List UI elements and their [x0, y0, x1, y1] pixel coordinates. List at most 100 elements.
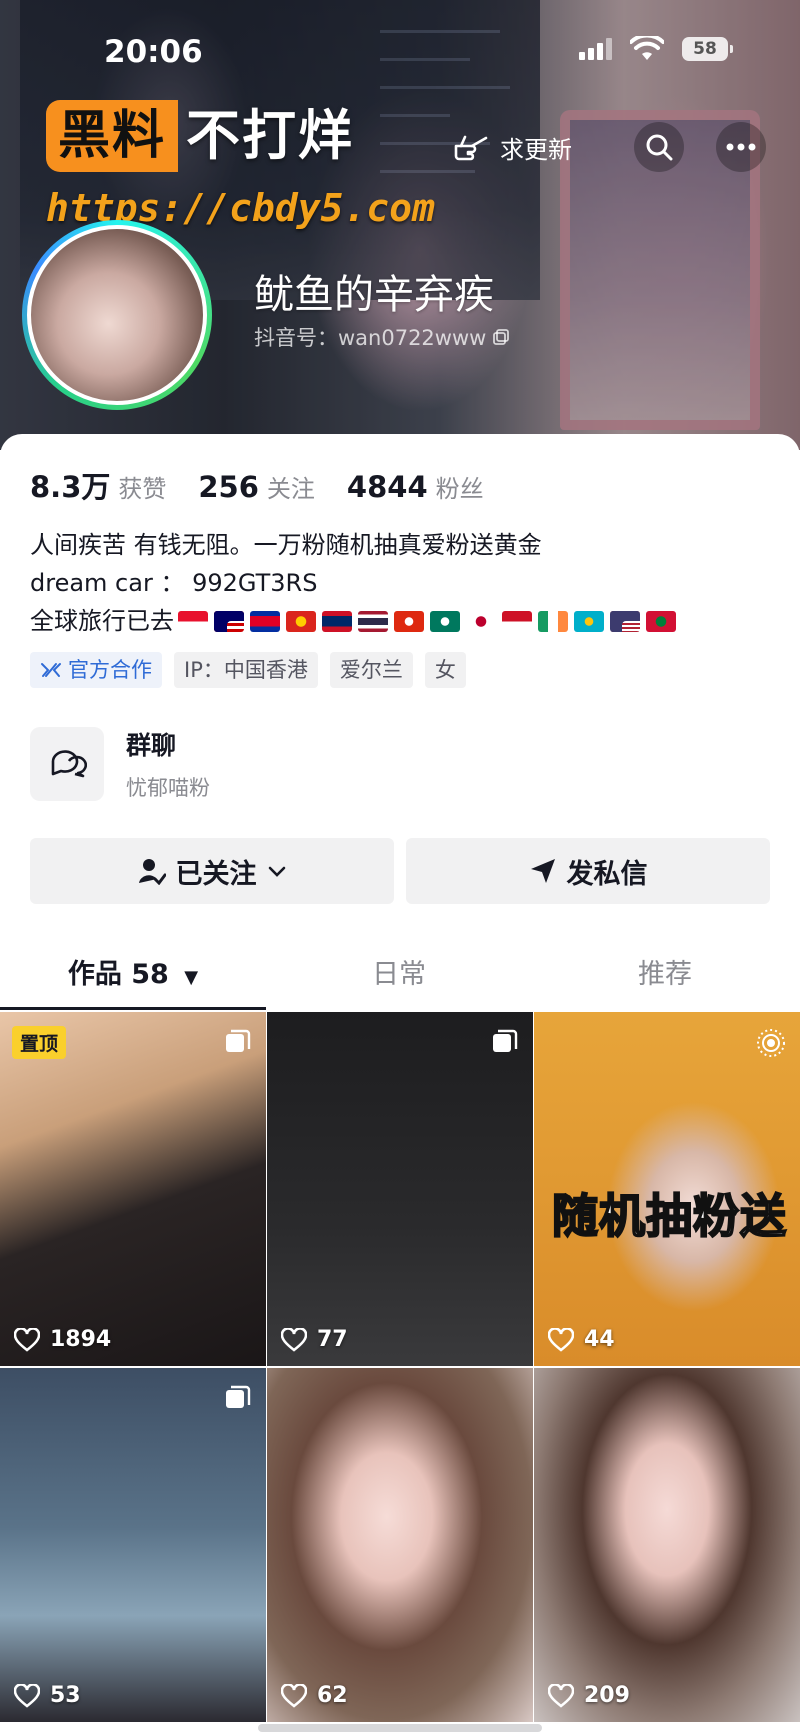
like-count-value: 44 [584, 1327, 615, 1352]
paper-plane-icon [530, 859, 555, 883]
like-count-value: 53 [50, 1683, 81, 1708]
heart-icon [548, 1327, 574, 1352]
heart-icon [281, 1683, 307, 1708]
send-message-button[interactable]: 发私信 [406, 838, 770, 904]
video-overlay-text: 随机抽粉送 [551, 1188, 787, 1244]
gender-tag: 女 [424, 652, 466, 688]
bio-line-3: 全球旅行已去 [30, 607, 174, 635]
stat-likes[interactable]: 8.3万 获赞 [30, 464, 166, 506]
request-update-label: 求更新 [500, 136, 572, 164]
douyin-id[interactable]: 抖音号：wan0722www [254, 322, 510, 352]
avatar [27, 225, 207, 405]
pointing-hand-icon [454, 135, 488, 160]
wifi-icon [630, 36, 664, 60]
like-count-value: 209 [584, 1683, 630, 1708]
laos-flag [322, 610, 352, 632]
caret-down-icon: ▼ [184, 967, 199, 988]
video-tile[interactable]: 53 [0, 1368, 266, 1722]
travel-flags [178, 610, 676, 632]
live-photo-icon [757, 1029, 785, 1057]
battery-indicator: 58 [682, 37, 733, 61]
singapore-flag [178, 610, 208, 632]
stat-likes-num: 8.3万 [30, 470, 111, 504]
macau-flag [430, 610, 460, 632]
video-tile[interactable]: 随机抽粉送 44 [534, 1012, 800, 1366]
like-count: 44 [548, 1327, 615, 1352]
hongkong-flag [394, 610, 424, 632]
stat-followers-label: 粉丝 [435, 475, 484, 503]
profile-tags: 官方合作 IP：中国香港 爱尔兰 女 [30, 652, 466, 688]
group-chat-title: 群聊 [126, 731, 177, 760]
status-icons: 58 [579, 36, 733, 62]
pinned-badge: 置顶 [12, 1026, 67, 1059]
bio-line-1: 人间疾苦 有钱无阻。一万粉随机抽真爱粉送黄金 [30, 531, 542, 559]
tab-works-label: 作品 58 [67, 959, 169, 990]
like-count-value: 62 [317, 1683, 348, 1708]
profile-tabs: 作品 58 ▼ 日常 推荐 [0, 940, 800, 1010]
chevron-down-icon [268, 866, 285, 877]
location-tag: 爱尔兰 [329, 652, 413, 688]
stat-following[interactable]: 256 关注 [198, 469, 315, 504]
send-message-label: 发私信 [566, 858, 648, 890]
tab-recommend[interactable]: 推荐 [532, 940, 798, 1010]
following-button[interactable]: 已关注 [30, 838, 394, 904]
like-count: 77 [281, 1327, 348, 1352]
indonesia-flag [502, 610, 532, 632]
like-count-value: 77 [317, 1327, 348, 1352]
ip-tag: IP：中国香港 [174, 652, 318, 688]
video-tile[interactable]: 77 [267, 1012, 533, 1366]
vietnam-flag [286, 610, 316, 632]
group-chat-entry[interactable]: 群聊 忧郁喵粉 [30, 726, 210, 802]
avatar-live-ring[interactable] [22, 220, 212, 410]
more-button[interactable] [716, 122, 766, 172]
video-tile[interactable]: 62 [267, 1368, 533, 1722]
group-chat-subtitle: 忧郁喵粉 [126, 776, 210, 800]
like-count-value: 1894 [50, 1327, 112, 1352]
watermark-logo: 黑料 不打烊 [46, 100, 354, 172]
following-label: 已关注 [175, 858, 257, 890]
search-button[interactable] [634, 122, 684, 172]
user-check-icon [138, 859, 166, 885]
signal-icon [579, 38, 612, 60]
heart-icon [281, 1327, 307, 1352]
malaysia-flag [214, 610, 244, 632]
video-tile[interactable]: 209 [534, 1368, 800, 1722]
status-time: 20:06 [104, 34, 203, 70]
multi-image-icon [493, 1029, 518, 1052]
group-chat-icon-box [30, 727, 104, 801]
watermark-box-text: 黑料 [46, 100, 179, 172]
video-tile[interactable]: 置顶 1894 [0, 1012, 266, 1366]
video-grid: 置顶 1894 77 随机抽粉送 44 53 62 209 [0, 1012, 800, 1722]
watermark-text: 不打烊 [186, 104, 355, 167]
official-partner-tag[interactable]: 官方合作 [30, 652, 162, 688]
stat-following-num: 256 [198, 470, 259, 504]
bio-line-2: dream car ： 992GT3RS [30, 569, 318, 597]
tab-works[interactable]: 作品 58 ▼ [0, 940, 266, 1010]
like-count: 62 [281, 1683, 348, 1708]
official-partner-label: 官方合作 [68, 658, 152, 682]
stat-followers[interactable]: 4844 粉丝 [347, 469, 484, 504]
heart-icon [14, 1683, 40, 1708]
usa-flag [610, 610, 640, 632]
request-update-button[interactable]: 求更新 [452, 130, 572, 165]
heart-icon [548, 1683, 574, 1708]
partner-icon [41, 663, 61, 677]
cambodia-flag [250, 610, 280, 632]
profile-name: 鱿鱼的辛弃疾 [254, 272, 494, 318]
multi-image-icon [226, 1385, 251, 1408]
heart-icon [14, 1327, 40, 1352]
search-icon [646, 134, 673, 161]
thailand-flag [358, 610, 388, 632]
like-count: 209 [548, 1683, 630, 1708]
stat-followers-num: 4844 [346, 470, 428, 504]
like-count: 1894 [14, 1327, 111, 1352]
copy-icon [493, 329, 510, 345]
multi-image-icon [226, 1029, 251, 1052]
profile-stats: 8.3万 获赞 256 关注 4844 粉丝 [30, 464, 484, 506]
home-indicator[interactable] [258, 1724, 542, 1732]
tab-daily[interactable]: 日常 [266, 940, 532, 1010]
douyin-id-text: 抖音号：wan0722www [254, 326, 487, 350]
stat-likes-label: 获赞 [118, 475, 167, 503]
stat-following-label: 关注 [266, 475, 315, 503]
kazakhstan-flag [574, 610, 604, 632]
